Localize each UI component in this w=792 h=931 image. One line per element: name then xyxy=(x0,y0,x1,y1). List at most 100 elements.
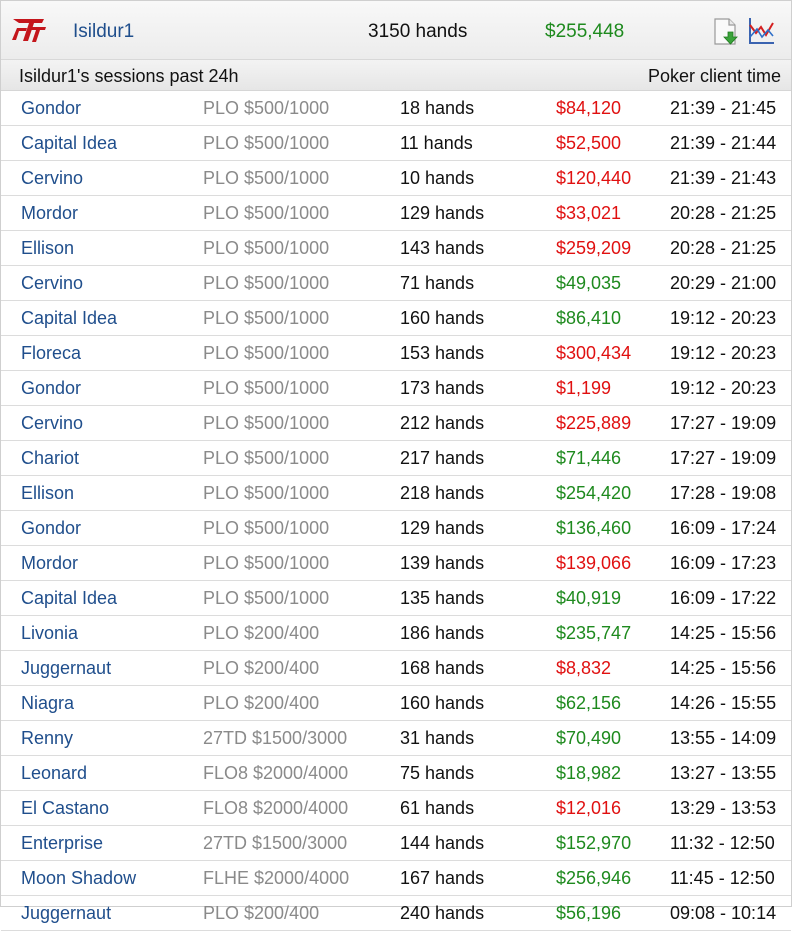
session-hands: 129 hands xyxy=(400,203,485,223)
session-row[interactable]: Capital Idea PLO $500/1000 11 hands $52,500… xyxy=(1,126,791,161)
sessions-title: Isildur1's sessions past 24h xyxy=(19,66,239,86)
session-row[interactable]: Gondor PLO $500/1000 18 hands $84,120 21:39 … xyxy=(1,91,791,126)
session-row[interactable]: Ellison PLO $500/1000 143 hands $259,209 20:… xyxy=(1,231,791,266)
session-hands: 10 hands xyxy=(400,168,475,188)
session-row[interactable]: Juggernaut PLO $200/400 240 hands $56,196 09… xyxy=(1,896,791,931)
session-row[interactable]: Cervino PLO $500/1000 212 hands $225,889 17:… xyxy=(1,406,791,441)
session-row[interactable]: Niagra PLO $200/400 160 hands $62,156 14:26 … xyxy=(1,686,791,721)
session-row[interactable]: Ellison PLO $500/1000 218 hands $254,420 17:… xyxy=(1,476,791,511)
session-time: 17:27 - 19:09 xyxy=(670,448,777,468)
session-table-name[interactable]: Capital Idea xyxy=(21,588,117,609)
sessions-list: Gondor PLO $500/1000 18 hands $84,120 21:39 … xyxy=(1,91,791,931)
session-table-name[interactable]: El Castano xyxy=(21,798,109,819)
session-row[interactable]: Gondor PLO $500/1000 129 hands $136,460 16:0… xyxy=(1,511,791,546)
session-time: 21:39 - 21:44 xyxy=(670,133,777,153)
session-profit: $84,120 xyxy=(556,98,622,118)
session-row[interactable]: Mordor PLO $500/1000 139 hands $139,066 16:0… xyxy=(1,546,791,581)
session-hands: 18 hands xyxy=(400,98,475,118)
session-row[interactable]: Livonia PLO $200/400 186 hands $235,747 14:2… xyxy=(1,616,791,651)
session-row[interactable]: Capital Idea PLO $500/1000 135 hands $40,91… xyxy=(1,581,791,616)
session-game: PLO $500/1000 xyxy=(203,203,330,223)
session-table-name[interactable]: Mordor xyxy=(21,553,78,574)
session-hands: 153 hands xyxy=(400,343,485,363)
session-profit: $259,209 xyxy=(556,238,632,258)
session-hands: 144 hands xyxy=(400,833,485,853)
session-hands: 143 hands xyxy=(400,238,485,258)
session-table-name[interactable]: Moon Shadow xyxy=(21,868,136,889)
session-row[interactable]: Chariot PLO $500/1000 217 hands $71,446 17:2… xyxy=(1,441,791,476)
session-hands: 61 hands xyxy=(400,798,475,818)
session-hands: 31 hands xyxy=(400,728,475,748)
session-table-name[interactable]: Chariot xyxy=(21,448,79,469)
session-profit: $254,420 xyxy=(556,483,632,503)
session-profit: $33,021 xyxy=(556,203,622,223)
session-table-name[interactable]: Niagra xyxy=(21,693,74,714)
total-profit: $255,448 xyxy=(545,21,625,42)
session-table-name[interactable]: Renny xyxy=(21,728,73,749)
session-game: PLO $200/400 xyxy=(203,658,320,678)
session-row[interactable]: Juggernaut PLO $200/400 168 hands $8,832 14:… xyxy=(1,651,791,686)
session-table-name[interactable]: Leonard xyxy=(21,763,87,784)
session-table-name[interactable]: Capital Idea xyxy=(21,133,117,154)
session-time: 19:12 - 20:23 xyxy=(670,343,777,363)
session-row[interactable]: Renny 27TD $1500/3000 31 hands $70,490 13:55… xyxy=(1,721,791,756)
session-table-name[interactable]: Capital Idea xyxy=(21,308,117,329)
export-document-icon[interactable] xyxy=(712,15,742,47)
full-tilt-logo-icon xyxy=(10,15,48,45)
session-game: PLO $500/1000 xyxy=(203,588,330,608)
session-time: 19:12 - 20:23 xyxy=(670,378,777,398)
session-table-name[interactable]: Gondor xyxy=(21,518,81,539)
session-profit: $139,066 xyxy=(556,553,632,573)
session-table-name[interactable]: Cervino xyxy=(21,168,83,189)
session-game: PLO $500/1000 xyxy=(203,308,330,328)
session-profit: $70,490 xyxy=(556,728,622,748)
session-table-name[interactable]: Cervino xyxy=(21,273,83,294)
session-time: 16:09 - 17:24 xyxy=(670,518,777,538)
session-table-name[interactable]: Cervino xyxy=(21,413,83,434)
session-game: FLO8 $2000/4000 xyxy=(203,763,349,783)
session-game: PLO $500/1000 xyxy=(203,413,330,433)
session-profit: $152,970 xyxy=(556,833,632,853)
session-table-name[interactable]: Livonia xyxy=(21,623,78,644)
session-table-name[interactable]: Gondor xyxy=(21,378,81,399)
session-time: 14:25 - 15:56 xyxy=(670,658,777,678)
session-table-name[interactable]: Ellison xyxy=(21,238,74,259)
session-time: 11:32 - 12:50 xyxy=(670,833,775,853)
session-hands: 75 hands xyxy=(400,763,475,783)
session-row[interactable]: Enterprise 27TD $1500/3000 144 hands $152,9… xyxy=(1,826,791,861)
session-row[interactable]: Floreca PLO $500/1000 153 hands $300,434 19:… xyxy=(1,336,791,371)
session-time: 21:39 - 21:43 xyxy=(670,168,777,188)
session-row[interactable]: Mordor PLO $500/1000 129 hands $33,021 20:28… xyxy=(1,196,791,231)
session-table-name[interactable]: Mordor xyxy=(21,203,78,224)
session-row[interactable]: Leonard FLO8 $2000/4000 75 hands $18,982 13:… xyxy=(1,756,791,791)
session-game: FLHE $2000/4000 xyxy=(203,868,350,888)
session-time: 11:45 - 12:50 xyxy=(670,868,775,888)
session-table-name[interactable]: Enterprise xyxy=(21,833,103,854)
session-time: 13:29 - 13:53 xyxy=(670,798,777,818)
session-table-name[interactable]: Juggernaut xyxy=(21,903,111,924)
session-game: PLO $200/400 xyxy=(203,903,320,923)
profit-graph-icon[interactable] xyxy=(746,15,776,47)
session-table-name[interactable]: Ellison xyxy=(21,483,74,504)
session-table-name[interactable]: Gondor xyxy=(21,98,81,119)
player-name-link[interactable]: Isildur1 xyxy=(73,21,134,43)
session-hands: 218 hands xyxy=(400,483,485,503)
session-time: 16:09 - 17:23 xyxy=(670,553,777,573)
session-profit: $52,500 xyxy=(556,133,622,153)
session-row[interactable]: Gondor PLO $500/1000 173 hands $1,199 19:12 … xyxy=(1,371,791,406)
session-row[interactable]: Cervino PLO $500/1000 10 hands $120,440 21:3… xyxy=(1,161,791,196)
session-table-name[interactable]: Floreca xyxy=(21,343,81,364)
session-row[interactable]: Cervino PLO $500/1000 71 hands $49,035 20:29… xyxy=(1,266,791,301)
session-profit: $18,982 xyxy=(556,763,622,783)
session-game: PLO $500/1000 xyxy=(203,553,330,573)
sessions-panel: Isildur1 3150 hands $255,448 Isildur1's … xyxy=(0,0,792,931)
session-row[interactable]: El Castano FLO8 $2000/4000 61 hands $12,016… xyxy=(1,791,791,826)
session-time: 20:29 - 21:00 xyxy=(670,273,777,293)
session-profit: $120,440 xyxy=(556,168,632,188)
session-hands: 160 hands xyxy=(400,308,485,328)
total-hands: 3150 hands xyxy=(368,21,468,42)
session-table-name[interactable]: Juggernaut xyxy=(21,658,111,679)
session-row[interactable]: Moon Shadow FLHE $2000/4000 167 hands $256,… xyxy=(1,861,791,896)
session-row[interactable]: Capital Idea PLO $500/1000 160 hands $86,41… xyxy=(1,301,791,336)
session-time: 16:09 - 17:22 xyxy=(670,588,777,608)
